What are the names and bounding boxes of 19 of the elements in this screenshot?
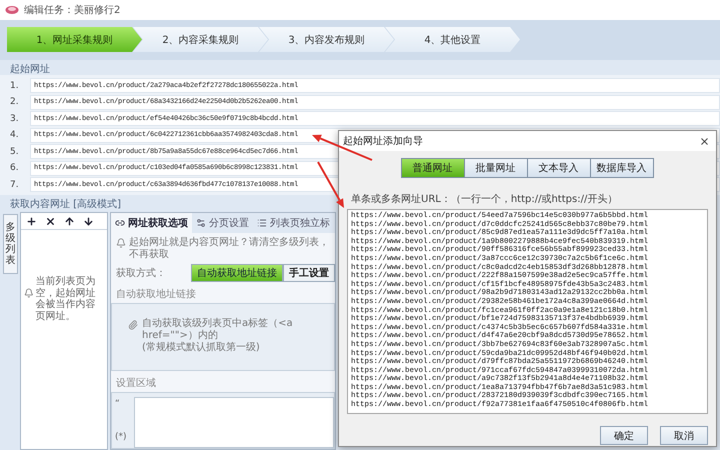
row-number: 2. xyxy=(10,97,20,107)
section-title: 获取内容网址 [高级模式] xyxy=(9,198,122,210)
method-label: 获取方式： xyxy=(116,266,167,280)
info-text: 自动获取该级列表页中a标签（<a href="">）内的 xyxy=(142,318,294,342)
empty-list-note: 当前列表页为空，起始网址会被当作内容页网址。 xyxy=(36,276,97,322)
row-number: 1. xyxy=(10,80,20,90)
hint-text: 起始网址就是内容页网址？请清空多级列表，不再获取 xyxy=(129,237,330,261)
group-title: 自动获取地址链接 xyxy=(115,288,197,302)
window-title: 编辑任务：美丽修行2 xyxy=(24,4,120,17)
row-number: 7. xyxy=(10,180,20,190)
input-label: 单条或多条网址URL：（一行一个，http://或https://开头） xyxy=(350,192,618,207)
group-title: 设置区域 xyxy=(115,376,157,391)
section-title: 起始网址 xyxy=(9,62,51,75)
row-number: 5. xyxy=(10,146,20,156)
info-note: (常规模式默认抓取第一级) xyxy=(142,342,261,354)
dialog-title: 起始网址添加向导 xyxy=(343,134,423,148)
row-number: 3. xyxy=(10,114,20,124)
row-number: 6. xyxy=(10,163,20,173)
row-number: 4. xyxy=(10,130,20,140)
